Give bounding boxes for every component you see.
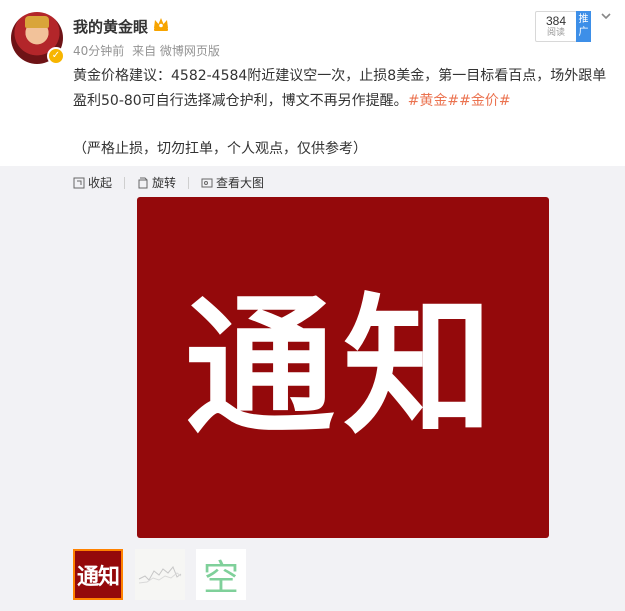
read-label: 阅读	[546, 28, 565, 38]
promote-button[interactable]: 推广	[576, 11, 591, 42]
view-large-icon	[201, 178, 213, 187]
crown-icon[interactable]	[152, 16, 170, 32]
rotate-button[interactable]: 旋转	[137, 174, 176, 191]
thumbnail-short-text: 空	[202, 557, 239, 599]
toolbar-divider	[124, 176, 126, 189]
post-time[interactable]: 40分钟前	[73, 44, 124, 58]
media-toolbar: 收起 旋转 查看大图	[73, 174, 264, 191]
read-count-box: 384 阅读	[535, 11, 577, 42]
post-body: 黄金价格建议：4582-4584附近建议空一次，止损8美金，第一目标看百点，场外…	[73, 68, 607, 109]
verified-badge-icon: ✓	[47, 47, 65, 65]
view-large-label: 查看大图	[216, 176, 265, 190]
avatar-crown	[25, 16, 49, 28]
post-text: 黄金价格建议：4582-4584附近建议空一次，止损8美金，第一目标看百点，场外…	[73, 64, 611, 114]
read-count: 384	[545, 14, 567, 28]
main-image-text: 通知	[184, 280, 501, 455]
collapse-button[interactable]: 收起	[73, 174, 112, 191]
collapse-label: 收起	[88, 176, 113, 190]
view-large-button[interactable]: 查看大图	[201, 174, 264, 191]
toolbar-divider	[188, 176, 190, 189]
rotate-label: 旋转	[152, 176, 177, 190]
thumbnail-notice[interactable]: 通知	[73, 549, 123, 600]
topic-tags[interactable]: #黄金##金价#	[408, 93, 511, 109]
username[interactable]: 我的黄金眼	[73, 16, 148, 37]
rotate-icon	[138, 177, 148, 188]
chart-thumbnail-graphic	[138, 566, 182, 584]
avatar[interactable]: ✓	[11, 12, 65, 65]
post-source[interactable]: 来自 微博网页版	[132, 44, 220, 58]
thumbnail-notice-text: 通知	[76, 564, 120, 590]
collapse-icon	[73, 177, 85, 188]
post-meta: 40分钟前 来自 微博网页版	[73, 42, 224, 59]
thumbnail-chart[interactable]	[135, 549, 185, 600]
chevron-down-icon[interactable]	[599, 9, 613, 23]
main-image[interactable]: 通知	[137, 197, 549, 538]
post-note: （严格止损，切勿扛单，个人观点，仅供参考）	[73, 141, 367, 157]
thumbnail-short[interactable]: 空	[196, 549, 246, 600]
